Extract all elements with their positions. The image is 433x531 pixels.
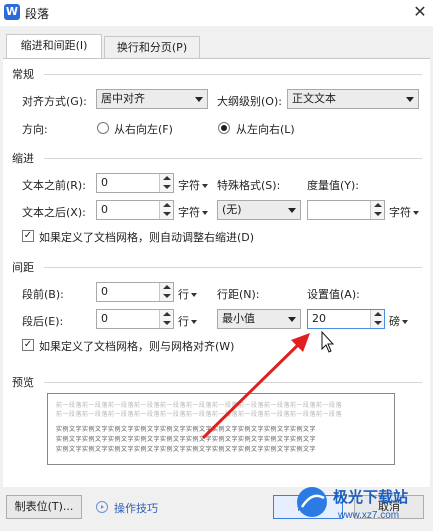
arrow-shaft [201,341,302,440]
watermark-url: www.xz7.com [337,510,399,521]
watermark-logo: 极光下载站 www.xz7.com [297,487,408,521]
watermark-text: 极光下载站 [333,488,408,506]
annotation-arrow [201,330,335,440]
mouse-cursor-icon [321,330,335,353]
watermark-orb-icon [297,487,327,517]
